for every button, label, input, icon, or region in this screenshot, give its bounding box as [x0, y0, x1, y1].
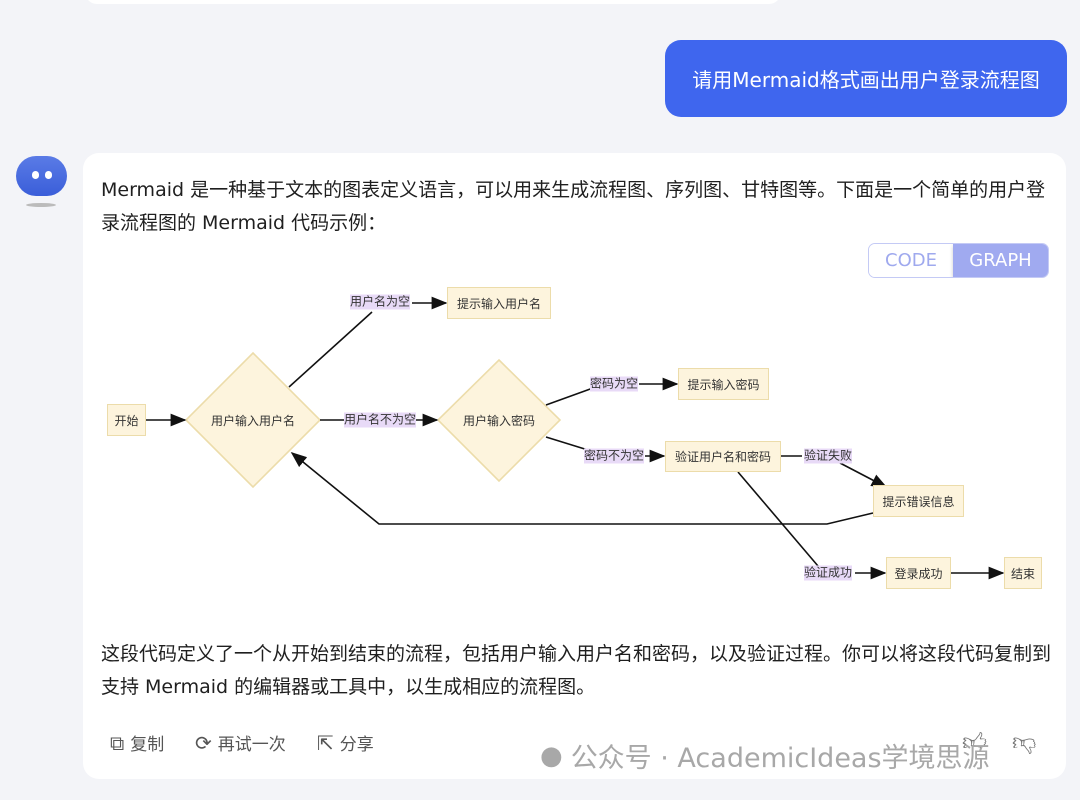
node-prompt-username: 提示输入用户名: [447, 287, 551, 319]
edge-label: 用户名为空: [349, 294, 411, 310]
watermark: ● 公众号 · AcademicIdeas学境思源: [540, 736, 990, 775]
edge-username-empty: [288, 311, 373, 388]
edge-label: 验证失败: [803, 448, 853, 464]
copy-label: 复制: [130, 735, 165, 755]
node-error: 提示错误信息: [873, 485, 964, 517]
retry-label: 再试一次: [217, 735, 286, 755]
outro-text: 这段代码定义了一个从开始到结束的流程，包括用户输入用户名和密码，以及验证过程。你…: [101, 643, 1052, 698]
node-verify: 验证用户名和密码: [665, 441, 781, 472]
edge-verify-success: [737, 471, 819, 567]
retry-button[interactable]: ⟳ 再试一次: [195, 730, 286, 756]
share-label: 分享: [339, 735, 374, 755]
node-input-password: 用户输入密码: [462, 413, 535, 428]
edge-error-back: [290, 451, 874, 525]
copy-button[interactable]: ⧉ 复制: [110, 730, 165, 756]
watermark-text: 公众号 · AcademicIdeas学境思源: [570, 743, 990, 774]
share-icon: ⇱: [317, 730, 334, 755]
copy-icon: ⧉: [110, 730, 125, 755]
edge-label: 密码不为空: [583, 448, 645, 464]
thumbs-down-icon[interactable]: 👎︎: [1012, 728, 1036, 757]
node-start: 开始: [107, 404, 146, 436]
edge-label: 用户名不为空: [343, 412, 417, 428]
node-end: 结束: [1004, 557, 1042, 589]
wechat-icon: ●: [540, 740, 563, 771]
node-success: 登录成功: [886, 557, 951, 589]
share-button[interactable]: ⇱ 分享: [317, 730, 374, 756]
edge-password-not-empty: [545, 436, 589, 451]
edge-password-empty: [545, 387, 594, 406]
edge-label: 密码为空: [589, 376, 639, 392]
node-input-username: 用户输入用户名: [210, 413, 295, 428]
node-prompt-password: 提示输入密码: [678, 368, 769, 400]
refresh-icon: ⟳: [195, 730, 212, 755]
edge-label: 验证成功: [803, 565, 853, 581]
